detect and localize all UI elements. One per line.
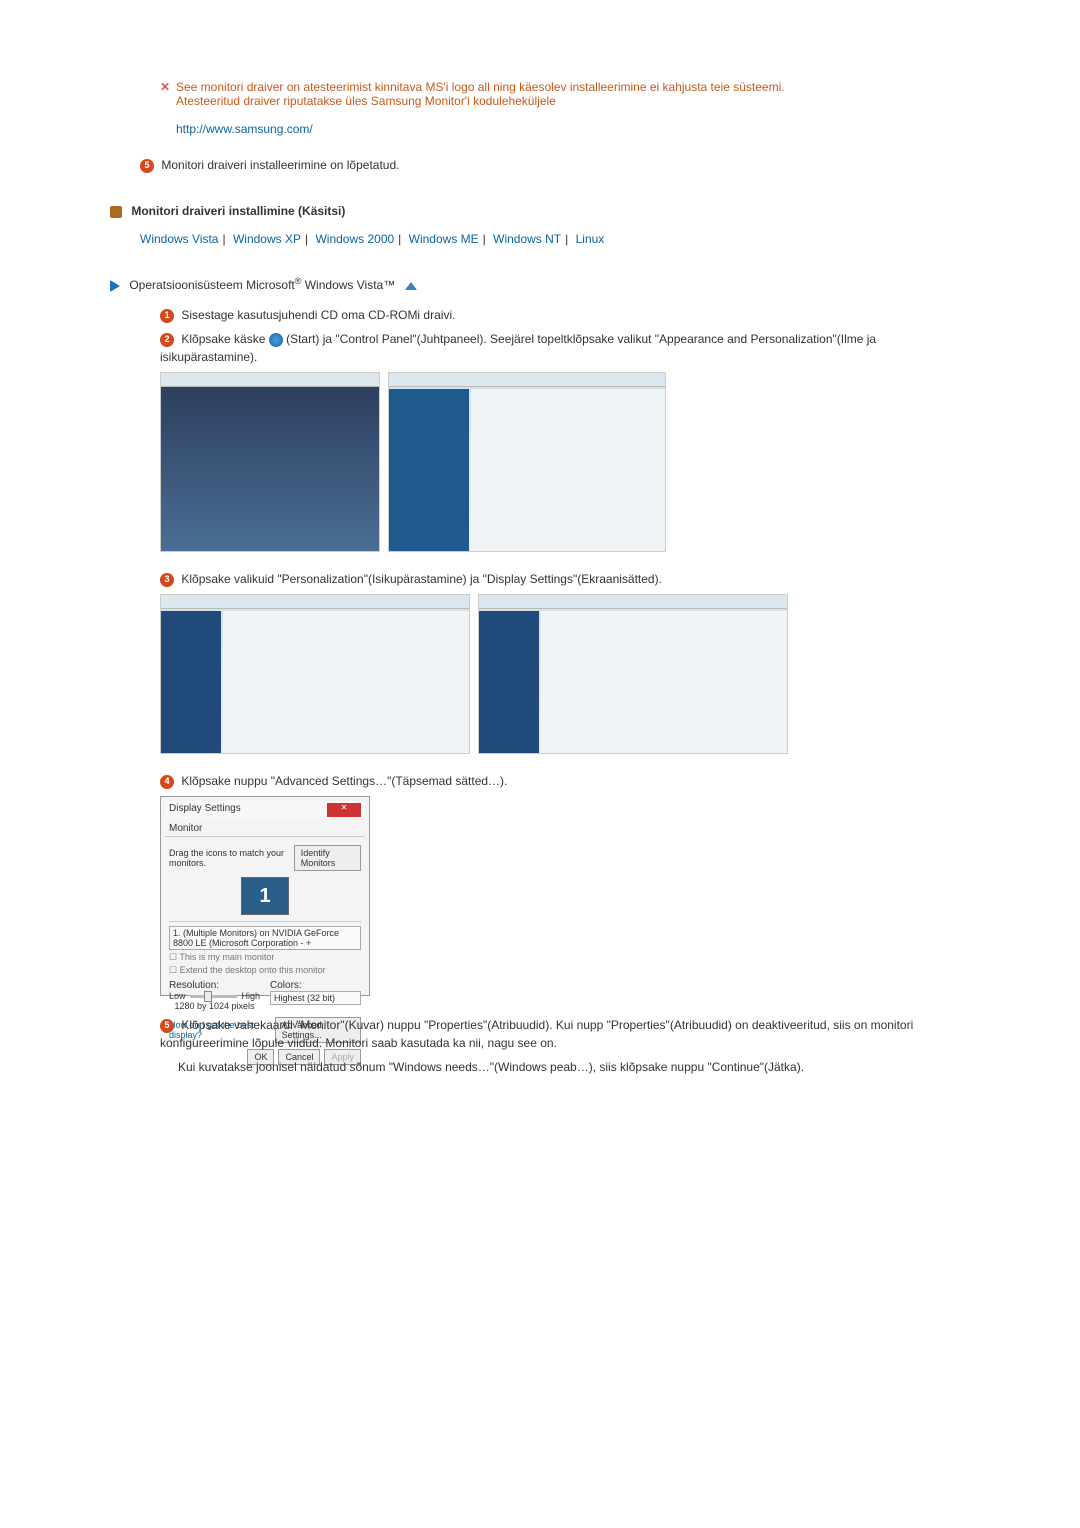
start-orb-icon xyxy=(269,333,283,347)
warning-note: ✕See monitori draiver on atesteerimist k… xyxy=(160,80,960,136)
vista-step5-text: Klõpsake vahekaardi "Monitor"(Kuvar) nup… xyxy=(160,1018,913,1050)
slider-low: Low xyxy=(169,991,186,1001)
resolution-slider[interactable] xyxy=(190,995,238,998)
vista-step-4: 4 Klõpsake nuppu "Advanced Settings…"(Tä… xyxy=(160,772,960,790)
vista-os-line: Operatsioonisüsteem Microsoft® Windows V… xyxy=(110,276,960,292)
samsung-link[interactable]: http://www.samsung.com/ xyxy=(176,122,313,136)
note-text-1: See monitori draiver on atesteerimist ki… xyxy=(176,80,785,94)
screenshot-personalization-1 xyxy=(160,594,470,754)
cb-extend-desktop: ☐ Extend the desktop onto this monitor xyxy=(169,965,361,976)
step-badge-3: 3 xyxy=(160,573,174,587)
close-icon[interactable]: ✕ xyxy=(327,803,361,817)
link-w2k[interactable]: Windows 2000 xyxy=(315,232,394,246)
monitor-preview[interactable]: 1 xyxy=(241,877,289,915)
resolution-text: 1280 by 1024 pixels xyxy=(169,1001,260,1011)
vista-step-5: 5 Klõpsake vahekaardi "Monitor"(Kuvar) n… xyxy=(160,1016,960,1052)
vista-step5b-text: Kui kuvatakse joonisel näidatud sõnum "W… xyxy=(178,1060,804,1074)
screenshot-personalization-2 xyxy=(478,594,788,754)
vista-step3-text: Klõpsake valikuid "Personalization"(Isik… xyxy=(181,572,662,586)
vista-step4-text: Klõpsake nuppu "Advanced Settings…"(Täps… xyxy=(181,774,507,788)
os-links-row: Windows Vista| Windows XP| Windows 2000|… xyxy=(140,232,960,246)
monitor-select[interactable]: 1. (Multiple Monitors) on NVIDIA GeForce… xyxy=(169,926,361,950)
step-badge-5b: 5 xyxy=(160,1019,174,1033)
dialog-title: Display Settings xyxy=(169,803,241,817)
step-badge-1: 1 xyxy=(160,309,174,323)
colors-select[interactable]: Highest (32 bit) xyxy=(270,991,361,1005)
cb-main-monitor: ☐ This is my main monitor xyxy=(169,952,361,963)
screenshot-start-menu xyxy=(160,372,380,552)
note-text-2: Atesteeritud draiver riputatakse üles Sa… xyxy=(176,94,960,108)
step-badge-2: 2 xyxy=(160,333,174,347)
bullet-icon xyxy=(110,206,122,218)
vista-step2a: Klõpsake käske xyxy=(181,332,268,346)
vista-step1-text: Sisestage kasutusjuhendi CD oma CD-ROMi … xyxy=(181,308,455,322)
identify-monitors-button[interactable]: Identify Monitors xyxy=(294,845,361,871)
up-arrow-icon[interactable] xyxy=(405,282,417,290)
screenshot-row-2 xyxy=(160,594,960,754)
vista-step-3: 3 Klõpsake valikuid "Personalization"(Is… xyxy=(160,570,960,588)
link-linux[interactable]: Linux xyxy=(576,232,605,246)
step-5-text: Monitori draiveri installeerimine on lõp… xyxy=(161,158,399,172)
dialog-tab[interactable]: Monitor xyxy=(165,821,365,837)
vista-step-2: 2 Klõpsake käske (Start) ja "Control Pan… xyxy=(160,330,960,366)
slider-high: High xyxy=(241,991,260,1001)
display-settings-dialog: Display Settings ✕ Monitor Drag the icon… xyxy=(160,796,370,996)
heading-manual-install: Monitori draiveri installimine (Käsitsi) xyxy=(110,204,960,218)
os-prefix: Operatsioonisüsteem Microsoft xyxy=(129,278,294,292)
link-me[interactable]: Windows ME xyxy=(409,232,479,246)
step-5-prev: 5 Monitori draiveri installeerimine on l… xyxy=(140,156,960,174)
heading-manual-text: Monitori draiveri installimine (Käsitsi) xyxy=(131,204,345,218)
screenshot-row-1 xyxy=(160,372,960,552)
play-arrow-icon xyxy=(110,280,120,292)
resolution-label: Resolution: xyxy=(169,980,260,991)
os-suffix: Windows Vista™ xyxy=(301,278,395,292)
step-badge-5: 5 xyxy=(140,159,154,173)
vista-step-1: 1 Sisestage kasutusjuhendi CD oma CD-ROM… xyxy=(160,306,960,324)
drag-text: Drag the icons to match your monitors. xyxy=(169,848,294,868)
vista-step-5b: Kui kuvatakse joonisel näidatud sõnum "W… xyxy=(178,1058,960,1076)
step-badge-4: 4 xyxy=(160,775,174,789)
colors-label: Colors: xyxy=(270,980,361,991)
screenshot-control-panel xyxy=(388,372,666,552)
link-vista[interactable]: Windows Vista xyxy=(140,232,218,246)
x-mark-icon: ✕ xyxy=(160,80,176,94)
link-nt[interactable]: Windows NT xyxy=(493,232,561,246)
link-xp[interactable]: Windows XP xyxy=(233,232,301,246)
